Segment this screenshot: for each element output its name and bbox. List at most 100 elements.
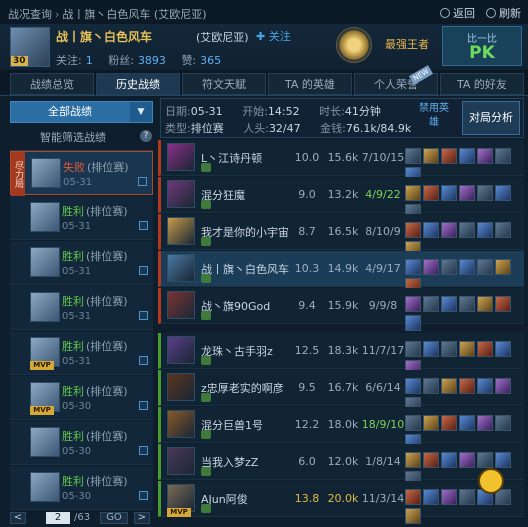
list-item[interactable]: 胜利 (排位赛) 05-31 (10, 286, 153, 330)
list-item[interactable]: 胜利 (排位赛) 05-31 (10, 241, 153, 285)
player-score: 13.8 (294, 492, 320, 505)
pk-panel[interactable]: 比一比 PK (442, 26, 522, 66)
table-row[interactable]: 战丶旗90God 9.4 15.9k 9/9/8 (158, 288, 524, 331)
type-label: 类型: (165, 122, 191, 135)
table-row[interactable]: L丶江诗丹顿 10.0 15.6k 7/10/15 (158, 140, 524, 183)
fans-label: 粉丝: (108, 54, 134, 67)
player-score: 9.4 (298, 299, 316, 312)
tab-friends[interactable]: TA 的好友 (440, 73, 524, 95)
player-kda: 11/3/14 (361, 492, 405, 505)
item-icon (405, 296, 421, 312)
screenshot-icon[interactable] (139, 356, 148, 365)
player-gold: 18.3k (327, 344, 359, 357)
chevron-down-icon[interactable]: ▼ (130, 102, 152, 122)
list-item[interactable]: 胜利 (排位赛) 05-31 (10, 196, 153, 240)
next-page-button[interactable]: > (134, 512, 150, 524)
match-date: 05-31 (62, 311, 92, 322)
item-icon (405, 415, 421, 431)
result-text: 胜利 (62, 430, 84, 443)
champion-icon (167, 143, 195, 171)
table-row[interactable]: 我才是你的小宇宙 8.7 16.5k 8/10/9 (158, 214, 524, 257)
table-row[interactable]: 当我入梦zZ 6.0 12.0k 1/8/14 (158, 444, 524, 487)
player-name[interactable]: 当我入梦zZ (201, 454, 293, 470)
list-item[interactable]: 尽力局 失败 (排位赛) 05-31 (10, 151, 153, 196)
item-icon (495, 378, 511, 394)
screenshot-icon[interactable] (139, 266, 148, 275)
rank-icon (201, 430, 211, 439)
player-name[interactable]: 龙珠丶古手羽z (201, 343, 293, 359)
player-name[interactable]: 混分狂魔 (201, 187, 293, 203)
list-item[interactable]: 胜利 (排位赛) 05-30 (10, 466, 153, 510)
rank-icon (201, 163, 211, 172)
help-icon[interactable]: ? (140, 130, 152, 142)
screenshot-icon[interactable] (139, 311, 148, 320)
player-score: 6.0 (298, 455, 316, 468)
follow-count: 1 (85, 54, 93, 67)
emoji-icon[interactable] (478, 468, 504, 494)
item-icon (459, 259, 475, 275)
tab-heroes[interactable]: TA 的英雄 (268, 73, 352, 95)
follow-button[interactable]: ✚ 关注 (256, 28, 291, 44)
item-icon (423, 296, 439, 312)
screenshot-icon[interactable] (139, 401, 148, 410)
go-button[interactable]: GO (100, 512, 128, 524)
player-name[interactable]: 混分巨兽1号 (201, 417, 293, 433)
table-row[interactable]: z忠厚老实的啊彦 9.5 16.7k 6/6/14 (158, 370, 524, 413)
match-analysis-button[interactable]: 对局分析 (462, 101, 520, 135)
player-name[interactable]: z忠厚老实的啊彦 (201, 380, 293, 396)
table-row[interactable]: 混分巨兽1号 12.2 18.0k 18/9/10 (158, 407, 524, 450)
table-row[interactable]: MVP AJun阿俊 13.8 20.0k 11/3/14 (158, 481, 524, 524)
item-icon (495, 452, 511, 468)
item-icon (477, 378, 493, 394)
champion-icon (167, 217, 195, 245)
player-header: 30 战丨旗丶白色风车 (艾欧尼亚) ✚ 关注 关注: 1 粉丝: 3893 赞: 3… (0, 24, 528, 70)
player-name[interactable]: 战丶旗90God (201, 298, 293, 314)
item-icon (423, 259, 439, 275)
rank-icon (201, 467, 211, 476)
screenshot-icon[interactable] (139, 446, 148, 455)
screenshot-icon[interactable] (139, 221, 148, 230)
match-mode: (排位赛) (87, 161, 129, 174)
item-icon (441, 222, 457, 238)
player-name[interactable]: 战丨旗丶白色风车 (201, 261, 293, 277)
tab-overview[interactable]: 战绩总览 (10, 73, 94, 95)
smart-filter[interactable]: 智能筛选战绩 ? (10, 128, 153, 144)
breadcrumb-separator: › (55, 8, 60, 21)
rank-icon (201, 356, 211, 365)
item-icon (495, 259, 511, 275)
player-name[interactable]: AJun阿俊 (201, 491, 293, 507)
level-badge: 30 (11, 56, 28, 66)
page-input[interactable]: 2 (46, 512, 70, 524)
table-row[interactable]: 战丨旗丶白色风车 10.3 14.9k 4/9/17 (158, 251, 524, 294)
breadcrumb-root[interactable]: 战况查询 (8, 8, 52, 21)
player-kda: 4/9/22 (365, 188, 401, 201)
back-button[interactable]: 返回 (440, 5, 475, 21)
player-name[interactable]: 我才是你的小宇宙 (201, 224, 293, 240)
rank-badge-icon (336, 27, 372, 63)
table-row[interactable]: 龙珠丶古手羽z 12.5 18.3k 11/7/17 (158, 333, 524, 376)
item-icon (441, 415, 457, 431)
item-icon (459, 185, 475, 201)
player-name[interactable]: L丶江诗丹顿 (201, 150, 293, 166)
list-item[interactable]: MVP 胜利 (排位赛) 05-31 (10, 331, 153, 375)
item-icon (405, 452, 421, 468)
pagination: < 2 /63 GO > (10, 512, 153, 525)
pk-button[interactable]: PK (443, 43, 521, 63)
list-item[interactable]: 胜利 (排位赛) 05-30 (10, 421, 153, 465)
screenshot-icon[interactable] (138, 177, 147, 186)
ban-heroes-button[interactable]: 禁用英雄 (418, 102, 450, 134)
list-item[interactable]: MVP 胜利 (排位赛) 05-30 (10, 376, 153, 420)
prev-page-button[interactable]: < (10, 512, 26, 524)
player-stats: 关注: 1 粉丝: 3893 赞: 365 (56, 52, 233, 68)
tab-history[interactable]: 历史战绩 (96, 73, 180, 95)
refresh-button[interactable]: 刷新 (486, 5, 521, 21)
table-row[interactable]: 混分狂魔 9.0 13.2k 4/9/22 (158, 177, 524, 220)
player-score: 9.5 (298, 381, 316, 394)
tab-runes[interactable]: 符文天赋 (182, 73, 266, 95)
item-icon (459, 452, 475, 468)
filter-dropdown[interactable]: 全部战绩 ▼ (10, 101, 153, 123)
player-score: 9.0 (298, 188, 316, 201)
champion-icon (167, 373, 195, 401)
player-score: 8.7 (298, 225, 316, 238)
screenshot-icon[interactable] (139, 491, 148, 500)
